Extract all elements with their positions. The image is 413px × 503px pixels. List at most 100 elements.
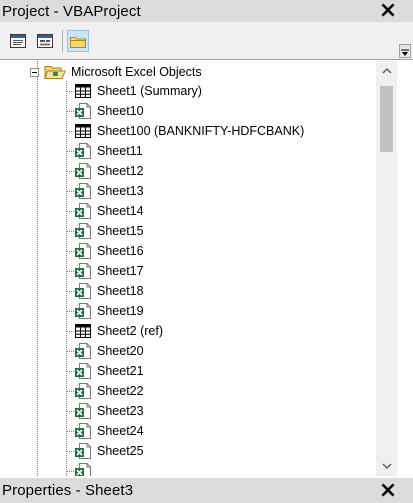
tree-item-label: Sheet100 (BANKNIFTY-HDFCBANK) [97, 124, 305, 138]
excel-sheet-icon [75, 383, 91, 399]
tree-folder-label: Microsoft Excel Objects [71, 65, 202, 79]
toggle-folders-button[interactable] [67, 30, 89, 52]
toolbar-separator [62, 30, 63, 52]
scroll-down-button[interactable] [376, 456, 397, 476]
tree-connector-line [66, 470, 74, 472]
close-icon[interactable]: × [375, 478, 401, 503]
tree-connector-line [66, 170, 74, 172]
view-code-button[interactable] [7, 30, 29, 52]
tree-item-label: Sheet17 [97, 264, 144, 278]
worksheet-grid-icon [75, 124, 91, 138]
tree-item-sheet[interactable]: Sheet1 (Summary) [66, 81, 202, 101]
excel-sheet-icon [75, 143, 91, 159]
tree-item-label: Sheet1 (Summary) [97, 84, 202, 98]
tree-item-sheet[interactable]: Sheet18 [66, 281, 144, 301]
tree-connector-line [66, 110, 74, 112]
excel-sheet-icon [75, 243, 91, 259]
tree-item-label: Sheet21 [97, 364, 144, 378]
tree-item-label: Sheet24 [97, 424, 144, 438]
tree-item-sheet[interactable]: Sheet13 [66, 181, 144, 201]
excel-sheet-icon [75, 463, 91, 476]
tree-connector-line [66, 190, 74, 192]
tree-item-label: Sheet18 [97, 284, 144, 298]
tree-item-sheet[interactable]: Sheet20 [66, 341, 144, 361]
tree-connector-line [66, 310, 74, 312]
tree-connector-line [66, 370, 74, 372]
worksheet-grid-icon [75, 84, 91, 98]
excel-sheet-icon [75, 443, 91, 459]
excel-sheet-icon [75, 363, 91, 379]
collapse-icon[interactable] [30, 67, 39, 77]
tree-vertical-scrollbar[interactable] [376, 61, 397, 476]
tree-item-sheet[interactable]: Sheet100 (BANKNIFTY-HDFCBANK) [66, 121, 304, 141]
tree-connector-line [66, 270, 74, 272]
tree-connector-line [66, 150, 74, 152]
tree-item-label: Sheet20 [97, 344, 144, 358]
scroll-up-button[interactable] [376, 61, 397, 81]
project-explorer-titlebar[interactable]: Project - VBAProject × [0, 0, 413, 22]
properties-window-titlebar[interactable]: Properties - Sheet3 × [0, 478, 413, 503]
excel-sheet-icon [75, 103, 91, 119]
tree-item-label: Sheet14 [97, 204, 144, 218]
tree-item-sheet[interactable]: Sheet12 [66, 161, 144, 181]
tree-connector-line [66, 210, 74, 212]
tree-item-sheet[interactable]: Sheet24 [66, 421, 144, 441]
tree-connector-line [66, 410, 74, 412]
chevron-down-icon [381, 463, 392, 469]
tree-item-sheet[interactable]: Sheet21 [66, 361, 144, 381]
chevron-up-icon [381, 68, 392, 74]
view-object-icon [37, 34, 53, 48]
tree-item-sheet[interactable]: Sheet14 [66, 201, 144, 221]
tree-item-sheet[interactable]: Sheet17 [66, 261, 144, 281]
chevron-down-icon [401, 49, 409, 56]
tree-connector-line [66, 430, 74, 432]
scrollbar-thumb[interactable] [380, 86, 393, 152]
tree-folder-microsoft-excel-objects[interactable]: Microsoft Excel Objects [30, 63, 202, 81]
tree-connector-line [66, 230, 74, 232]
excel-sheet-icon [75, 403, 91, 419]
tree-item-sheet[interactable]: Sheet15 [66, 221, 144, 241]
tree-item-sheet[interactable]: Sheet25 [66, 441, 144, 461]
excel-sheet-icon [75, 203, 91, 219]
tree-item-sheet[interactable]: Sheet22 [66, 381, 144, 401]
project-explorer-toolbar [0, 22, 413, 60]
tree-item-sheet[interactable]: Sheet10 [66, 101, 144, 121]
view-object-button[interactable] [34, 30, 56, 52]
tree-item-label: Sheet12 [97, 164, 144, 178]
tree-item-label: Sheet2 (ref) [97, 324, 164, 338]
tree-item-sheet[interactable]: Sheet23 [66, 401, 144, 421]
tree-connector-line [37, 61, 38, 476]
tree-item-sheet[interactable]: Sheet11 [66, 141, 143, 161]
worksheet-grid-icon [75, 324, 91, 338]
tree-item-sheet[interactable]: Sheet19 [66, 301, 144, 321]
tree-connector-line [66, 250, 74, 252]
tree-item-sheet[interactable]: Sheet2 (ref) [66, 321, 163, 341]
excel-sheet-icon [75, 423, 91, 439]
project-tree[interactable]: Microsoft Excel Objects Sheet1 (Summary)… [0, 61, 376, 476]
tree-item-label: Sheet13 [97, 184, 144, 198]
excel-sheet-icon [75, 183, 91, 199]
tree-connector-line [66, 350, 74, 352]
tree-item-label: Sheet23 [97, 404, 144, 418]
tree-item-label: Sheet10 [97, 104, 144, 118]
toggle-folders-icon [70, 36, 86, 48]
tree-item-label: Sheet19 [97, 304, 144, 318]
excel-sheet-icon [75, 283, 91, 299]
tree-connector-line [66, 90, 74, 92]
toolbar-overflow-button[interactable] [399, 44, 411, 58]
folder-open-icon [44, 66, 66, 79]
tree-item-label: Sheet22 [97, 384, 144, 398]
tree-connector-line [66, 130, 74, 132]
tree-item-label: Sheet11 [97, 144, 143, 158]
excel-sheet-icon [75, 263, 91, 279]
tree-connector-line [66, 390, 74, 392]
view-code-icon [10, 34, 26, 48]
tree-item-sheet[interactable] [66, 461, 97, 476]
tree-item-label: Sheet16 [97, 244, 144, 258]
project-explorer-title: Project - VBAProject [2, 2, 141, 20]
tree-connector-line [66, 290, 74, 292]
tree-item-sheet[interactable]: Sheet16 [66, 241, 144, 261]
tree-connector-line [66, 330, 74, 332]
excel-sheet-icon [75, 223, 91, 239]
close-icon[interactable]: × [375, 0, 401, 22]
